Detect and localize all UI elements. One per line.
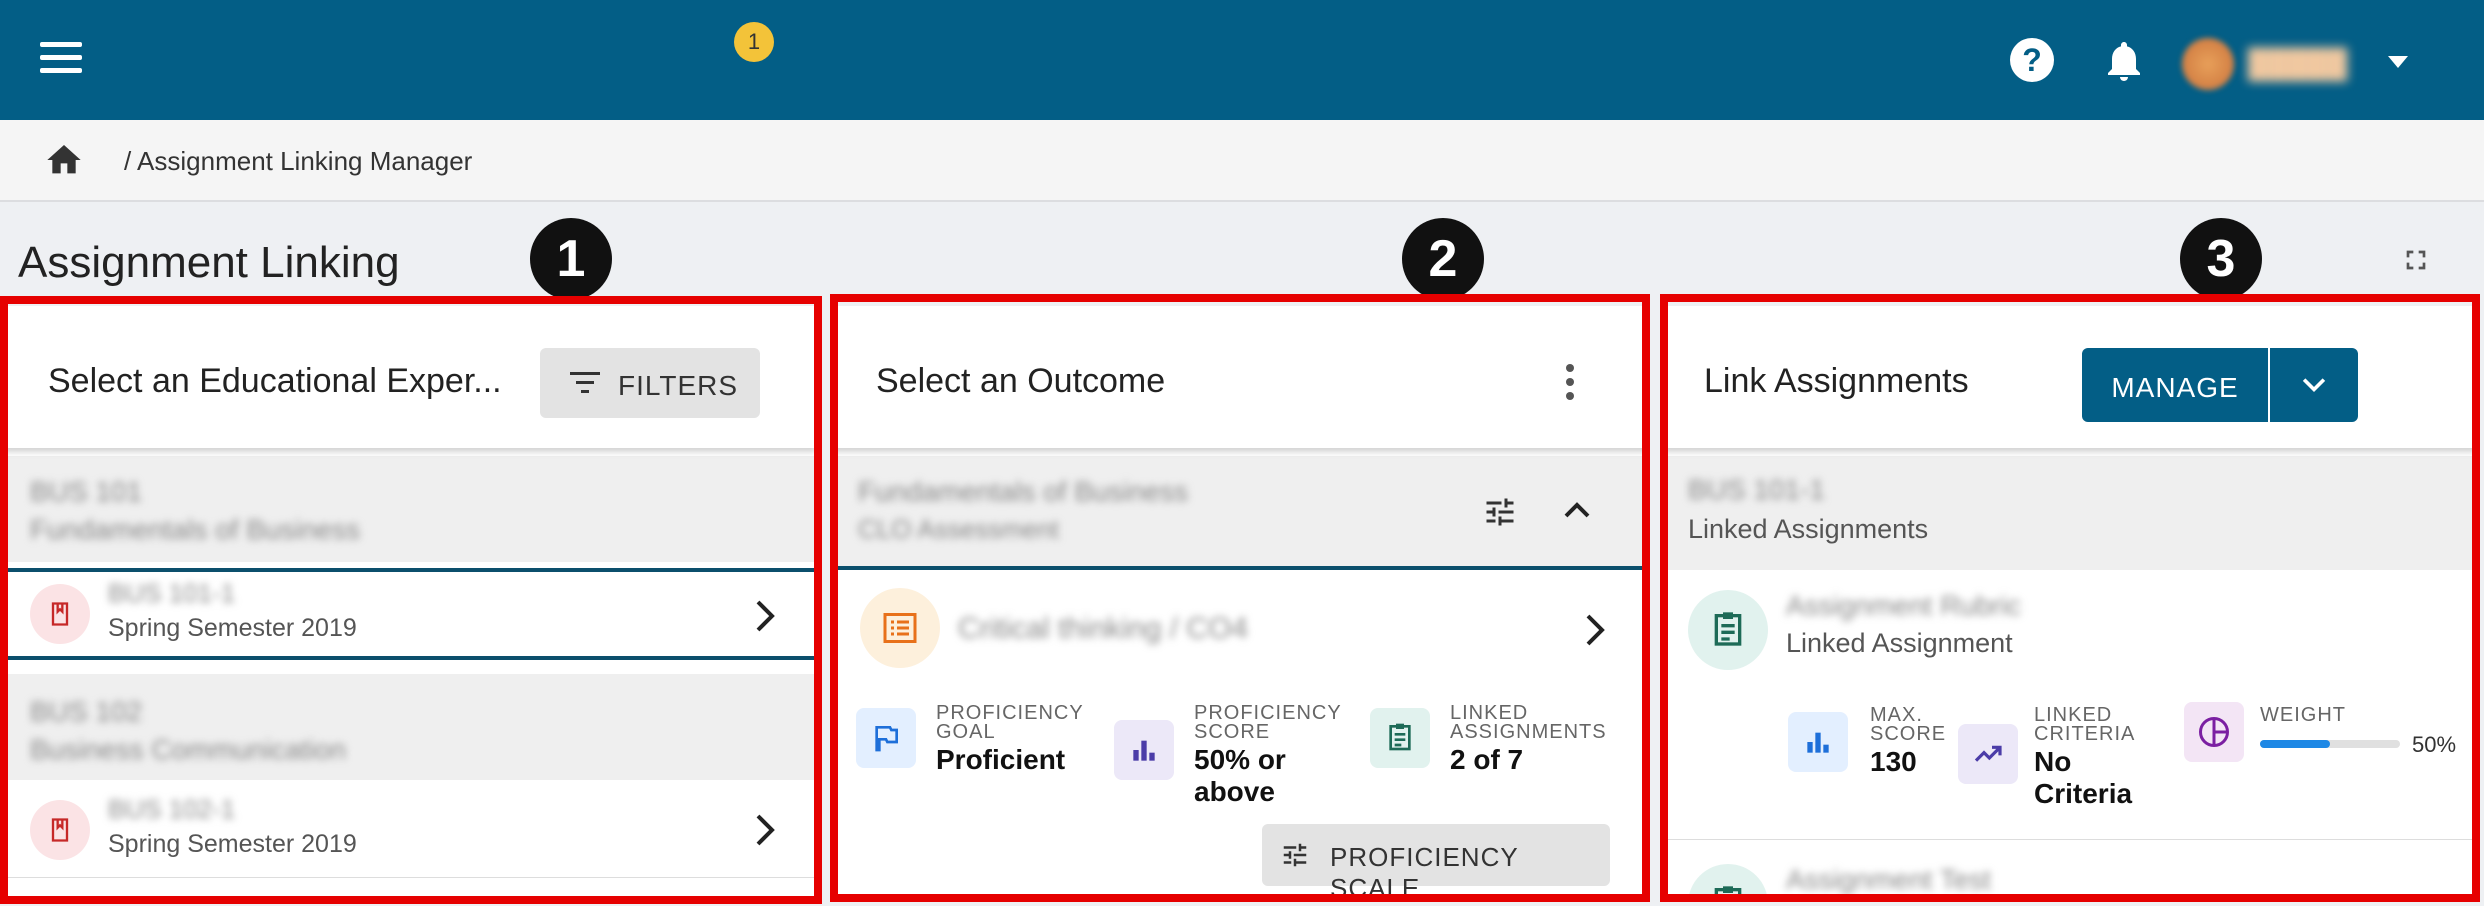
stat-label: LINKED CRITERIA [2034, 704, 2136, 745]
stat-value: No Criteria [2034, 746, 2133, 809]
course-book-icon [30, 584, 90, 644]
outcome-panel: Select an Outcome Fundamentals of Busine… [832, 306, 1648, 902]
tune-icon[interactable] [1480, 494, 1520, 530]
group-code: BUS 101 [30, 476, 143, 507]
outcome-group-header: Fundamentals of Business CLO Assessment [832, 456, 1648, 570]
step-2-badge: 2 [1402, 218, 1484, 300]
filters-label: FILTERS [618, 370, 739, 401]
stat-label: PROFICIENCY SCORE [1194, 702, 1342, 743]
flag-icon [856, 708, 916, 768]
stat-label: WEIGHT [2260, 704, 2346, 726]
stat-label: LINKED ASSIGNMENTS [1450, 702, 1607, 743]
assignment-item[interactable]: Assignment Rubric Linked Assignment MAX.… [1664, 574, 2476, 840]
assignment-name: Assignment Rubric [1786, 590, 2021, 621]
link-assignments-panel: Link Assignments MANAGE BUS 101-1 Linked… [1664, 306, 2476, 902]
outcome-group-subtitle: CLO Assessment [858, 514, 1059, 544]
breadcrumb-current: / Assignment Linking Manager [124, 146, 472, 177]
assignment-status: Linked Assignment [1786, 628, 2013, 658]
panel-header: Link Assignments MANAGE [1664, 306, 2476, 448]
item-code: BUS 101-1 [108, 578, 236, 608]
outcome-list-icon [860, 588, 940, 668]
top-app-bar: ? █████ [0, 0, 2484, 120]
chevron-right-icon [1586, 614, 1605, 646]
pie-chart-icon [2184, 702, 2244, 762]
stat-label: PROFICIENCY GOAL [936, 702, 1084, 743]
menu-icon[interactable] [40, 42, 82, 76]
help-icon[interactable]: ? [2010, 38, 2054, 82]
item-term: Spring Semester 2019 [108, 830, 357, 858]
list-item[interactable]: BUS 101-1 Spring Semester 2019 [4, 568, 816, 660]
course-code: BUS 101-1 [1688, 474, 1825, 505]
item-code: BUS 102-1 [108, 794, 236, 824]
panel-title: Select an Outcome [876, 362, 1166, 400]
weight-progress-bar [2260, 740, 2400, 748]
more-options-icon[interactable] [1566, 364, 1578, 404]
stat-value: 130 [1870, 746, 1917, 777]
fullscreen-icon[interactable] [2400, 244, 2432, 276]
assignment-clipboard-icon [1688, 590, 1768, 670]
clipboard-icon [1370, 708, 1430, 768]
course-group-header: BUS 101-1 Linked Assignments [1664, 456, 2476, 570]
stat-value: Proficient [936, 744, 1066, 775]
bar-chart-icon [1788, 712, 1848, 772]
educational-experience-panel: Select an Educational Exper... FILTERS B… [4, 306, 816, 902]
chevron-down-icon [2302, 378, 2326, 393]
panel-title: Link Assignments [1704, 362, 1969, 400]
panel-header: Select an Educational Exper... FILTERS [4, 306, 816, 448]
group-code: BUS 102 [30, 696, 143, 727]
section-label: Linked Assignments [1688, 514, 1929, 544]
tune-icon [1283, 843, 1307, 867]
list-item[interactable]: BUS 102-1 Spring Semester 2019 [4, 786, 816, 878]
panel-title: Select an Educational Exper... [48, 362, 502, 400]
breadcrumb-label: Assignment Linking Manager [137, 146, 473, 176]
assignment-item[interactable]: Assignment Test [1664, 842, 2476, 902]
step-3-badge: 3 [2180, 218, 2262, 300]
filters-count-badge: 1 [734, 22, 774, 62]
manage-button[interactable]: MANAGE [2082, 348, 2268, 422]
user-name: █████ [2248, 48, 2348, 79]
notifications-bell-icon[interactable] [2100, 36, 2148, 86]
avatar [2182, 38, 2234, 90]
group-name: Business Communication [30, 734, 346, 765]
proficiency-scale-label: PROFICIENCY SCALE [1330, 842, 1519, 902]
manage-dropdown-button[interactable] [2270, 348, 2358, 422]
group-header: BUS 102 Business Communication [4, 674, 816, 780]
assignment-name: Assignment Test [1786, 864, 1991, 895]
assignment-clipboard-icon [1688, 864, 1768, 902]
group-name: Fundamentals of Business [30, 514, 360, 545]
dropdown-caret-icon [2388, 56, 2408, 68]
stat-value: 50% or above [1194, 744, 1286, 807]
outcome-item[interactable]: Critical thinking / CO4 [832, 574, 1648, 686]
outcome-name: Critical thinking / CO4 [958, 612, 1249, 645]
breadcrumb-separator: / [124, 146, 132, 176]
stat-label: MAX. SCORE [1870, 704, 1947, 745]
proficiency-scale-button[interactable]: PROFICIENCY SCALE [1262, 824, 1610, 902]
user-menu[interactable]: █████ [2168, 22, 2418, 102]
chevron-right-icon [756, 814, 775, 846]
manage-label: MANAGE [2111, 372, 2239, 403]
weight-fill [2260, 740, 2330, 748]
filters-button[interactable]: FILTERS [540, 348, 760, 418]
home-icon[interactable] [44, 140, 84, 180]
bar-chart-icon [1114, 720, 1174, 780]
step-1-badge: 1 [530, 218, 612, 300]
filter-icon [570, 372, 600, 393]
chevron-up-icon[interactable] [1562, 498, 1592, 522]
group-header: BUS 101 Fundamentals of Business [4, 456, 816, 562]
trending-up-icon [1958, 724, 2018, 784]
item-term: Spring Semester 2019 [108, 614, 357, 642]
chevron-right-icon [756, 600, 775, 632]
course-book-icon [30, 800, 90, 860]
panel-header: Select an Outcome [832, 306, 1648, 448]
stat-value: 2 of 7 [1450, 744, 1524, 775]
weight-value: 50% [2412, 732, 2457, 757]
page-title: Assignment Linking [18, 238, 400, 287]
outcome-group-title: Fundamentals of Business [858, 476, 1188, 507]
